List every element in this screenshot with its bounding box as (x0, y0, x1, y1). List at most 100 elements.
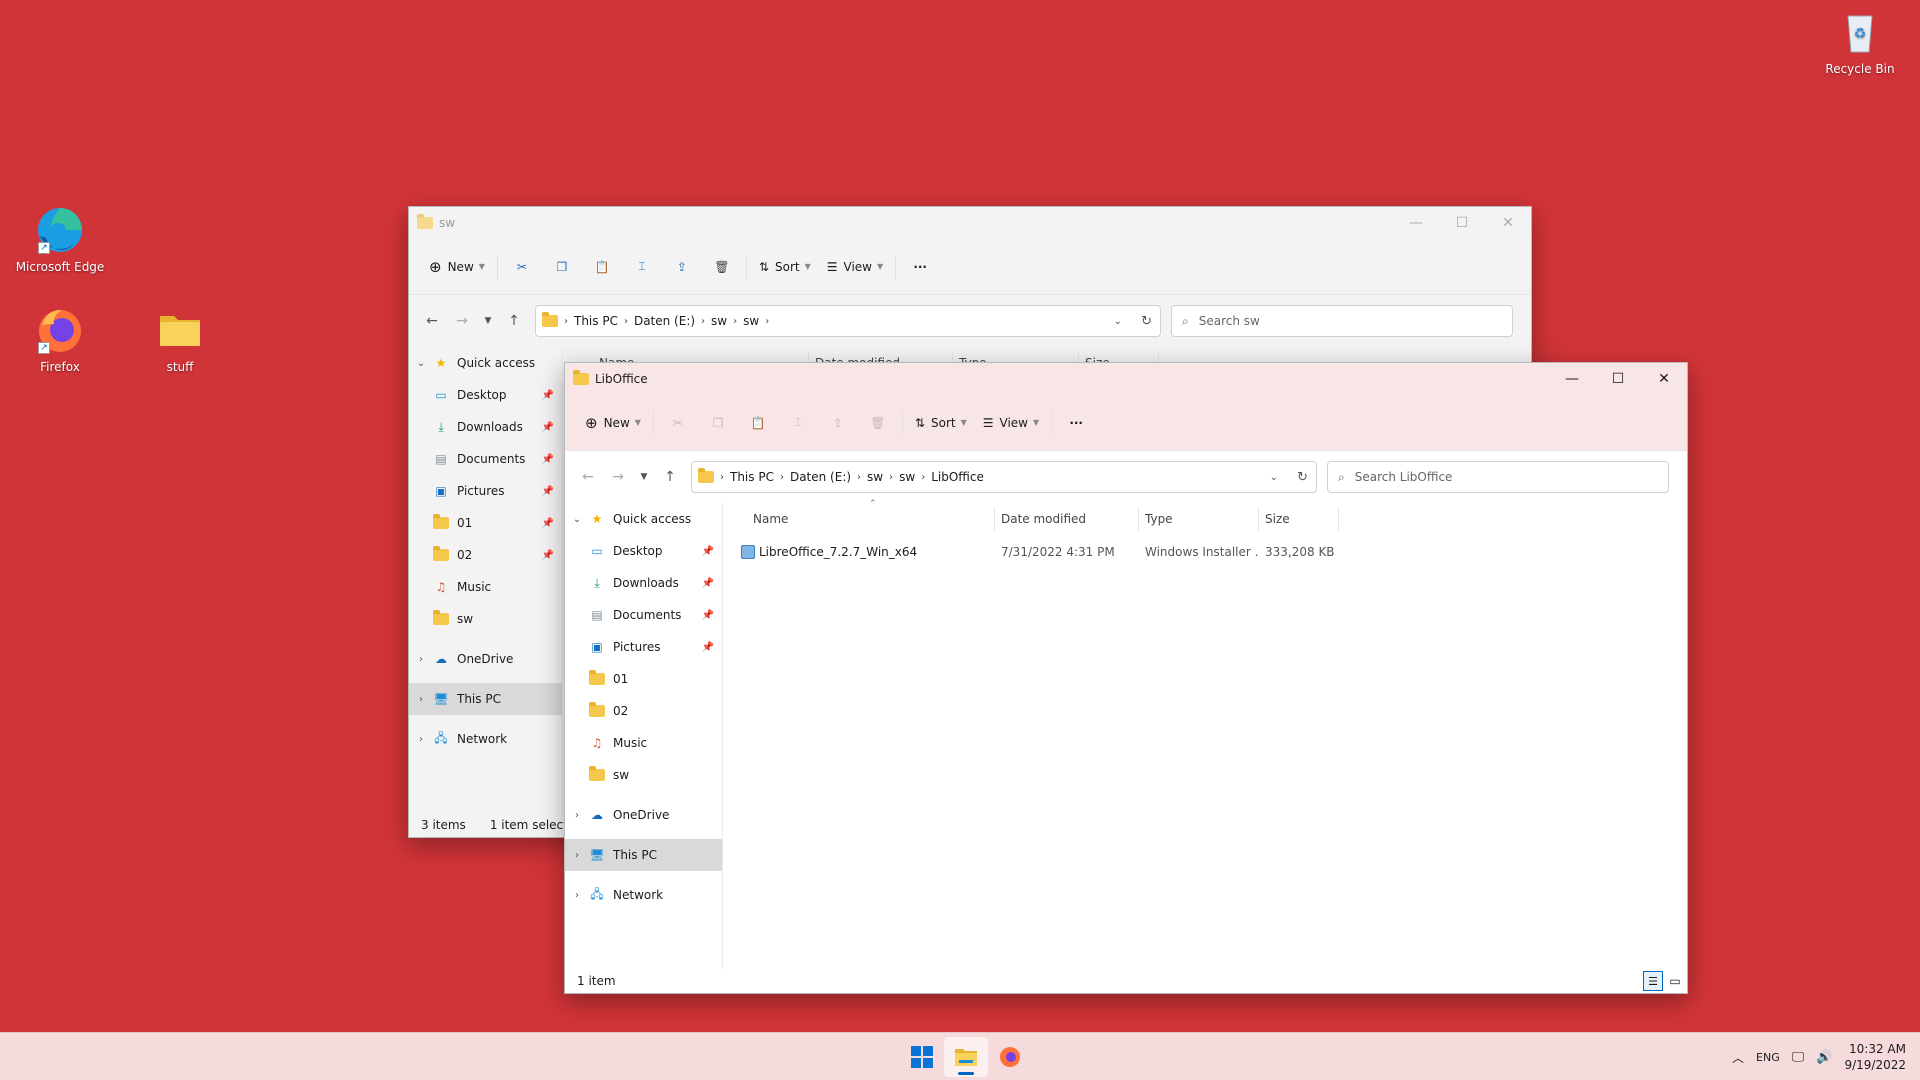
sidebar-item-sw[interactable]: sw (409, 603, 562, 635)
file-size-cell: 333,208 KB (1265, 545, 1335, 559)
sidebar-item-onedrive[interactable]: › ☁ OneDrive (409, 643, 562, 675)
sidebar-item-documents[interactable]: ▤ Documents 📌 (565, 599, 722, 631)
sidebar-item-quick-access[interactable]: ⌄ ★ Quick access (409, 347, 562, 379)
desktop-icon-recycle-bin[interactable]: ♻ Recycle Bin (1810, 8, 1910, 76)
column-name[interactable]: Name (723, 507, 995, 531)
cut-icon[interactable]: ✂ (502, 251, 542, 283)
maximize-button[interactable]: ☐ (1595, 363, 1641, 395)
sidebar-item-pictures[interactable]: ▣ Pictures 📌 (565, 631, 722, 663)
cut-icon[interactable]: ✂ (658, 407, 698, 439)
explorer-window-liboffice: LibOffice — ☐ ✕ ⊕ New ▼ ✂ ❐ 📋 ⌶ ⇪ 🗑 ⇅ Sor… (564, 362, 1688, 994)
sidebar-item-01[interactable]: 01 📌 (409, 507, 562, 539)
breadcrumb-item[interactable]: Daten (E:) (634, 314, 695, 328)
address-dropdown-icon[interactable]: ⌄ (1114, 316, 1122, 327)
breadcrumb-item[interactable]: This PC (730, 470, 774, 484)
volume-icon[interactable]: 🔊 (1816, 1050, 1832, 1065)
minimize-button[interactable]: — (1393, 207, 1439, 239)
sidebar-item-network[interactable]: › 🖧 Network (409, 723, 562, 755)
sidebar-item-downloads[interactable]: ⤓ Downloads 📌 (409, 411, 562, 443)
sidebar-item-this-pc[interactable]: › 🖥 This PC (409, 683, 562, 715)
recent-locations-icon[interactable]: ▼ (633, 462, 655, 492)
paste-icon[interactable]: 📋 (582, 251, 622, 283)
desktop-icon-edge[interactable]: ↗ Microsoft Edge (10, 206, 110, 274)
breadcrumb-item[interactable]: sw (711, 314, 727, 328)
clock[interactable]: 10:32 AM 9/19/2022 (1844, 1041, 1906, 1073)
refresh-icon[interactable]: ↻ (1141, 314, 1152, 329)
breadcrumb-item[interactable]: sw (899, 470, 915, 484)
new-button[interactable]: ⊕ New ▼ (577, 407, 649, 439)
close-button[interactable]: ✕ (1641, 363, 1687, 395)
details-view-toggle-icon[interactable]: ☰ (1643, 971, 1663, 991)
column-size[interactable]: Size (1259, 507, 1339, 531)
address-bar[interactable]: › This PC › Daten (E:) › sw › sw › LibOffice… (691, 461, 1317, 493)
copy-icon[interactable]: ❐ (542, 251, 582, 283)
taskbar-firefox[interactable] (988, 1037, 1032, 1077)
sort-button[interactable]: ⇅ Sort ▼ (751, 251, 819, 283)
maximize-button[interactable]: ☐ (1439, 207, 1485, 239)
pictures-icon: ▣ (435, 484, 447, 498)
share-icon[interactable]: ⇪ (818, 407, 858, 439)
column-type[interactable]: Type (1139, 507, 1259, 531)
network-status-icon[interactable]: 🖵 (1792, 1050, 1805, 1065)
breadcrumb-item[interactable]: Daten (E:) (790, 470, 851, 484)
breadcrumb-item[interactable]: sw (867, 470, 883, 484)
refresh-icon[interactable]: ↻ (1297, 470, 1308, 485)
sort-button[interactable]: ⇅ Sort ▼ (907, 407, 975, 439)
more-options-icon[interactable]: ··· (900, 251, 940, 283)
search-box[interactable]: ⌕ Search LibOffice (1327, 461, 1669, 493)
delete-icon[interactable]: 🗑 (858, 407, 898, 439)
sidebar-item-this-pc[interactable]: › 🖥 This PC (565, 839, 722, 871)
back-arrow-icon[interactable]: ← (573, 462, 603, 492)
column-date-modified[interactable]: Date modified (995, 507, 1139, 531)
cloud-icon: ☁ (591, 808, 603, 822)
tiles-view-toggle-icon[interactable]: ▭ (1665, 971, 1685, 991)
more-options-icon[interactable]: ··· (1056, 407, 1096, 439)
forward-arrow-icon[interactable]: → (603, 462, 633, 492)
rename-icon[interactable]: ⌶ (778, 407, 818, 439)
sidebar-item-network[interactable]: › 🖧 Network (565, 879, 722, 911)
view-button[interactable]: ☰ View ▼ (819, 251, 891, 283)
search-box[interactable]: ⌕ Search sw (1171, 305, 1513, 337)
taskbar-file-explorer[interactable] (944, 1037, 988, 1077)
sidebar-item-music[interactable]: ♫ Music (565, 727, 722, 759)
title-bar[interactable]: LibOffice — ☐ ✕ (565, 363, 1687, 395)
sidebar-item-documents[interactable]: ▤ Documents 📌 (409, 443, 562, 475)
sidebar-item-quick-access[interactable]: ⌄ ★ Quick access (565, 503, 722, 535)
share-icon[interactable]: ⇪ (662, 251, 702, 283)
sidebar-item-02[interactable]: 02 📌 (409, 539, 562, 571)
minimize-button[interactable]: — (1549, 363, 1595, 395)
address-bar[interactable]: › This PC › Daten (E:) › sw › sw › ⌄ ↻ (535, 305, 1161, 337)
up-arrow-icon[interactable]: ↑ (655, 462, 685, 492)
breadcrumb-item[interactable]: LibOffice (931, 470, 984, 484)
breadcrumb-item[interactable]: sw (743, 314, 759, 328)
sidebar-item-01[interactable]: 01 (565, 663, 722, 695)
rename-icon[interactable]: ⌶ (622, 251, 662, 283)
sidebar-item-onedrive[interactable]: › ☁ OneDrive (565, 799, 722, 831)
close-button[interactable]: ✕ (1485, 207, 1531, 239)
desktop-icon-stuff[interactable]: stuff (130, 306, 230, 374)
sidebar-item-downloads[interactable]: ⤓ Downloads 📌 (565, 567, 722, 599)
forward-arrow-icon[interactable]: → (447, 306, 477, 336)
breadcrumb-item[interactable]: This PC (574, 314, 618, 328)
sidebar-item-02[interactable]: 02 (565, 695, 722, 727)
desktop-icon-firefox[interactable]: ↗ Firefox (10, 306, 110, 374)
language-indicator[interactable]: ENG (1756, 1051, 1780, 1064)
title-bar[interactable]: sw — ☐ ✕ (409, 207, 1531, 239)
copy-icon[interactable]: ❐ (698, 407, 738, 439)
recent-locations-icon[interactable]: ▼ (477, 306, 499, 336)
up-arrow-icon[interactable]: ↑ (499, 306, 529, 336)
view-button[interactable]: ☰ View ▼ (975, 407, 1047, 439)
sidebar-item-desktop[interactable]: ▭ Desktop 📌 (409, 379, 562, 411)
show-hidden-icons-chevron-icon[interactable]: ︿ (1732, 1049, 1744, 1066)
sidebar-item-pictures[interactable]: ▣ Pictures 📌 (409, 475, 562, 507)
paste-icon[interactable]: 📋 (738, 407, 778, 439)
sidebar-item-sw[interactable]: sw (565, 759, 722, 791)
start-button[interactable] (900, 1037, 944, 1077)
delete-icon[interactable]: 🗑 (702, 251, 742, 283)
table-row[interactable]: LibreOffice_7.2.7_Win_x64 7/31/2022 4:31… (723, 537, 1687, 567)
address-dropdown-icon[interactable]: ⌄ (1270, 472, 1278, 483)
sidebar-item-music[interactable]: ♫ Music (409, 571, 562, 603)
new-button[interactable]: ⊕ New ▼ (421, 251, 493, 283)
back-arrow-icon[interactable]: ← (417, 306, 447, 336)
sidebar-item-desktop[interactable]: ▭ Desktop 📌 (565, 535, 722, 567)
